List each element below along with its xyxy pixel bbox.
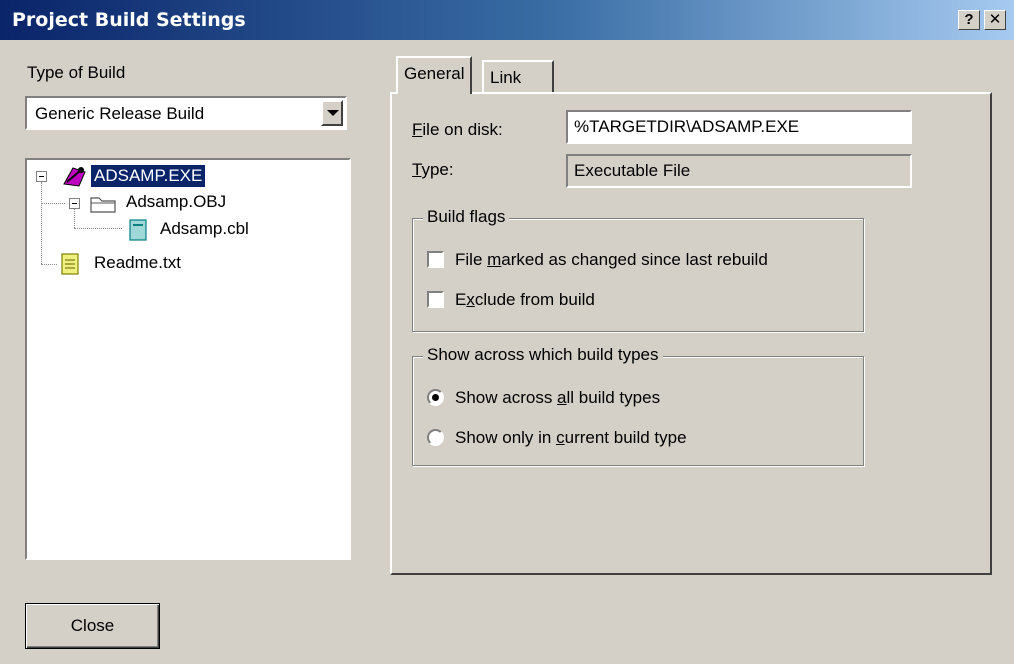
show-current-build-type-label: Show only in current build type <box>455 428 687 447</box>
build-flags-group: Build flags File marked as changed since… <box>412 207 864 332</box>
tree-item-adsamp-cbl[interactable]: Adsamp.cbl <box>157 218 252 240</box>
text-file-icon <box>61 253 79 275</box>
tree-line <box>41 264 57 265</box>
collapse-toggle[interactable] <box>69 198 80 209</box>
tree-item-readme-txt[interactable]: Readme.txt <box>91 252 184 274</box>
project-tree[interactable]: ADSAMP.EXE Adsamp.OBJ Adsamp.cbl Readme.… <box>25 158 351 560</box>
collapse-toggle[interactable] <box>36 171 47 182</box>
show-current-build-type-radio[interactable] <box>427 429 444 446</box>
file-marked-changed-label: File marked as changed since last rebuil… <box>455 250 768 269</box>
tab-general[interactable]: General <box>396 56 473 94</box>
file-on-disk-label: File on disk: <box>412 120 503 139</box>
tree-item-adsamp-obj[interactable]: Adsamp.OBJ <box>123 191 229 213</box>
tree-line <box>41 203 65 204</box>
help-button[interactable]: ? <box>958 10 980 30</box>
window-title: Project Build Settings <box>12 9 246 31</box>
file-icon <box>129 219 147 241</box>
show-all-build-types-radio[interactable] <box>427 389 444 406</box>
build-type-selected: Generic Release Build <box>35 104 205 123</box>
tab-link[interactable]: Link <box>482 60 554 94</box>
chevron-down-icon[interactable] <box>321 100 343 126</box>
exclude-from-build-label: Exclude from build <box>455 290 595 309</box>
type-label: Type: <box>412 160 454 179</box>
exclude-from-build-checkbox[interactable] <box>427 291 444 308</box>
title-bar: Project Build Settings ? ✕ <box>0 0 1014 40</box>
show-all-build-types-label: Show across all build types <box>455 388 661 407</box>
type-field: Executable File <box>566 154 912 188</box>
tree-line <box>74 228 122 229</box>
build-flags-legend: Build flags <box>423 207 510 227</box>
show-across-legend: Show across which build types <box>423 345 663 365</box>
executable-icon <box>63 167 86 187</box>
type-of-build-label: Type of Build <box>27 63 126 82</box>
file-marked-changed-checkbox[interactable] <box>427 251 444 268</box>
show-across-group: Show across which build types Show acros… <box>412 345 864 466</box>
build-type-dropdown[interactable]: Generic Release Build <box>25 96 347 130</box>
tree-item-adsamp-exe[interactable]: ADSAMP.EXE <box>91 165 206 187</box>
folder-icon <box>90 197 116 213</box>
file-on-disk-field[interactable]: %TARGETDIR\ADSAMP.EXE <box>566 110 912 144</box>
close-window-button[interactable]: ✕ <box>984 10 1006 30</box>
close-button[interactable]: Close <box>25 603 160 649</box>
tree-line <box>41 182 42 264</box>
general-tab-panel: File on disk: %TARGETDIR\ADSAMP.EXE Type… <box>390 92 992 575</box>
